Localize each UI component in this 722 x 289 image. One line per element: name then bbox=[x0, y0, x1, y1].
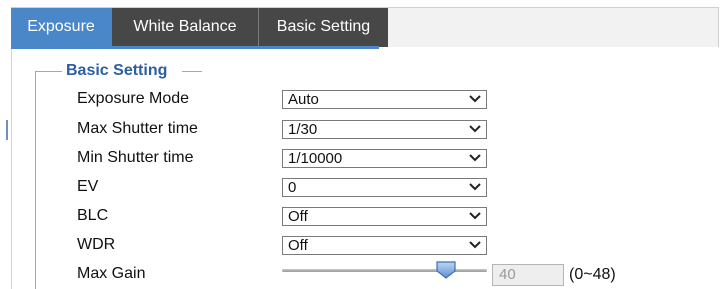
panel-left-border bbox=[11, 49, 12, 289]
blc-label: BLC bbox=[77, 207, 109, 224]
max-shutter-time-select[interactable]: 1/30 bbox=[282, 120, 487, 139]
wdr-select[interactable]: Off bbox=[282, 236, 487, 255]
chevron-down-icon bbox=[469, 125, 481, 133]
tab-white-balance[interactable]: White Balance bbox=[112, 8, 258, 47]
exposure-mode-label: Exposure Mode bbox=[77, 90, 190, 107]
max-gain-label: Max Gain bbox=[77, 265, 146, 282]
tab-bar: Exposure White Balance Basic Setting bbox=[11, 7, 719, 47]
select-value: Off bbox=[288, 208, 308, 225]
chevron-down-icon bbox=[469, 183, 481, 191]
tab-exposure[interactable]: Exposure bbox=[11, 8, 111, 47]
slider-handle-icon[interactable] bbox=[435, 261, 457, 279]
select-value: 0 bbox=[288, 179, 297, 196]
chevron-down-icon bbox=[469, 154, 481, 162]
fieldset-border bbox=[35, 71, 62, 72]
min-shutter-time-label: Min Shutter time bbox=[77, 149, 194, 166]
active-tab-indicator bbox=[11, 46, 379, 49]
fieldset-border bbox=[182, 71, 202, 72]
select-value: 1/30 bbox=[288, 121, 318, 138]
fieldset-border bbox=[35, 71, 36, 289]
max-gain-range: (0~48) bbox=[569, 266, 616, 283]
chevron-down-icon bbox=[469, 241, 481, 249]
select-value: 1/10000 bbox=[288, 150, 343, 167]
wdr-label: WDR bbox=[77, 236, 116, 253]
max-gain-value-field[interactable]: 40 bbox=[492, 264, 564, 286]
blc-select[interactable]: Off bbox=[282, 207, 487, 226]
select-value: Auto bbox=[288, 91, 319, 108]
min-shutter-time-select[interactable]: 1/10000 bbox=[282, 149, 487, 168]
chevron-down-icon bbox=[469, 95, 481, 103]
chevron-down-icon bbox=[469, 212, 481, 220]
panel-marker bbox=[6, 120, 8, 140]
exposure-mode-select[interactable]: Auto bbox=[282, 90, 487, 109]
ev-label: EV bbox=[77, 178, 99, 195]
tab-basic-setting[interactable]: Basic Setting bbox=[259, 8, 388, 47]
select-value: Off bbox=[288, 237, 308, 254]
max-shutter-time-label: Max Shutter time bbox=[77, 120, 198, 137]
ev-select[interactable]: 0 bbox=[282, 178, 487, 197]
section-legend: Basic Setting bbox=[64, 62, 170, 80]
